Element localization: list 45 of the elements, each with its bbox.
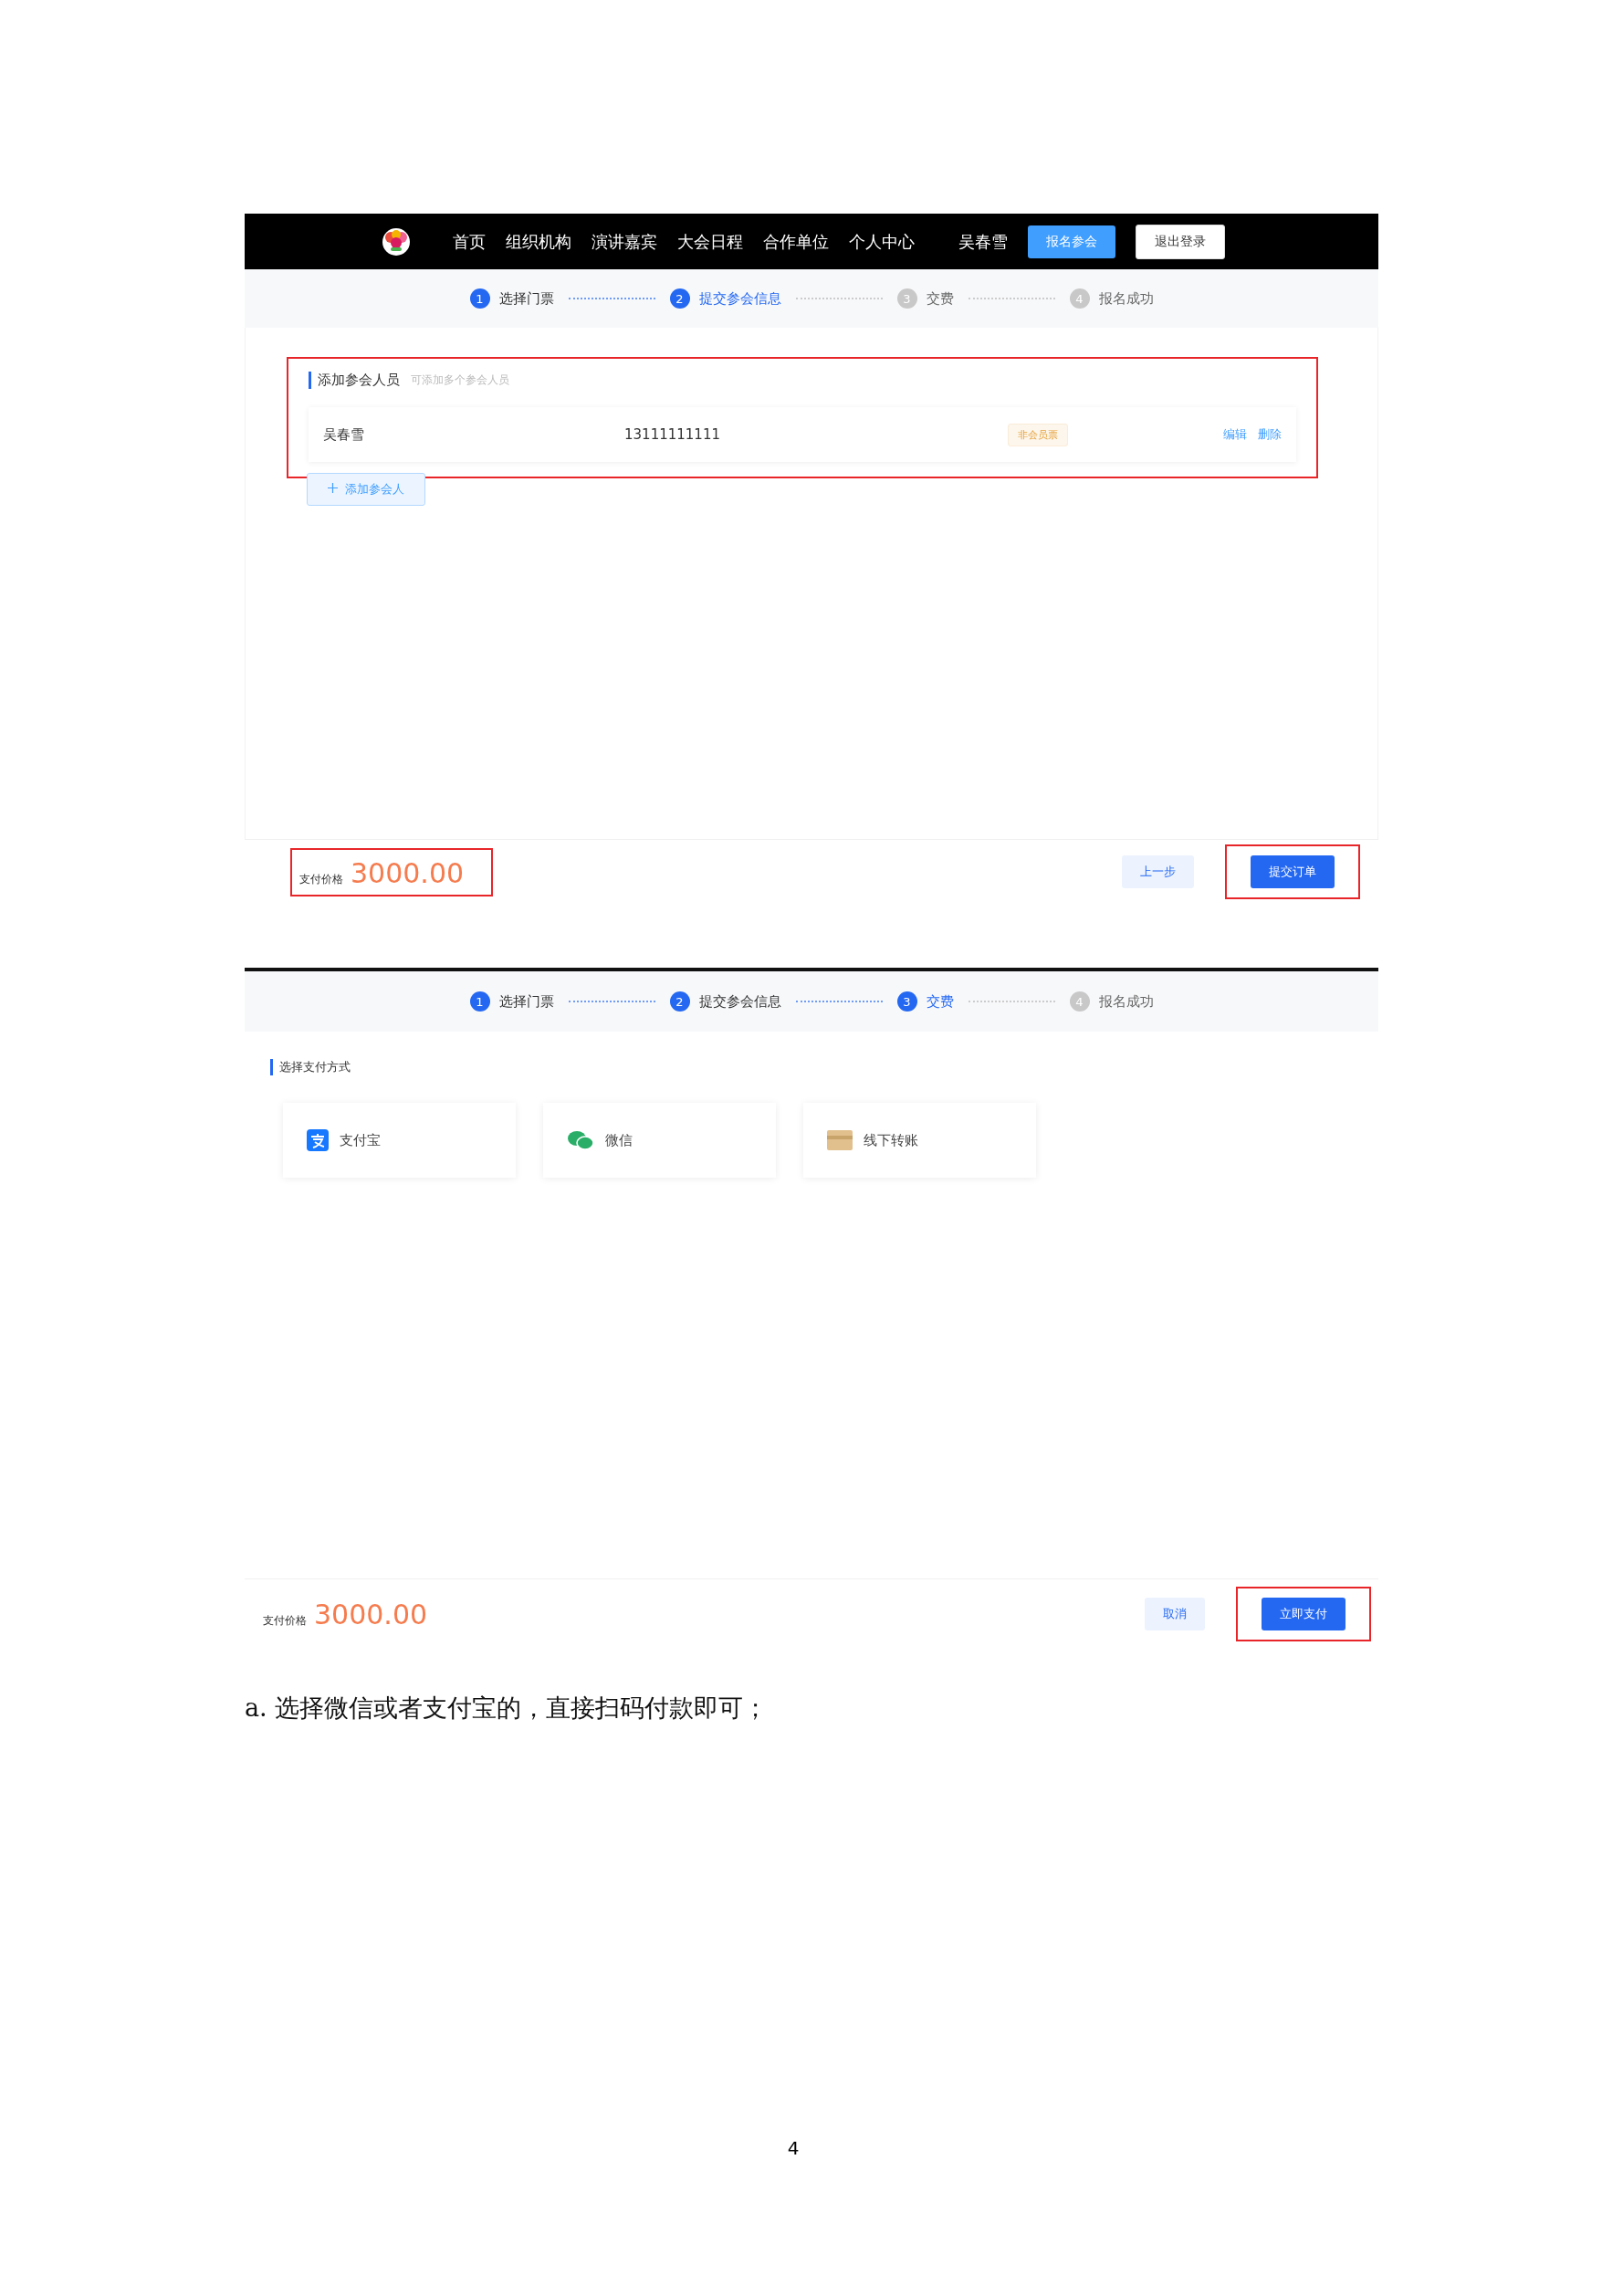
step-label: 提交参会信息 bbox=[698, 289, 781, 308]
payment-option[interactable]: 微信 bbox=[543, 1103, 776, 1178]
hint-text: 可添加多个参会人员 bbox=[411, 372, 509, 388]
step-label: 报名成功 bbox=[1098, 992, 1154, 1011]
primary-button[interactable]: 立即支付 bbox=[1262, 1597, 1346, 1630]
price-label: 支付价格 bbox=[263, 1613, 307, 1629]
alipay-icon bbox=[307, 1129, 329, 1151]
nav-link[interactable]: 演讲嘉宾 bbox=[592, 230, 657, 253]
page-number: 4 bbox=[787, 2137, 801, 2159]
nav-link[interactable]: 大会日程 bbox=[677, 230, 743, 253]
chat-bubbles-icon bbox=[567, 1129, 594, 1151]
price-label: 支付价格 bbox=[299, 871, 343, 887]
step-label: 报名成功 bbox=[1098, 289, 1154, 308]
card-icon bbox=[827, 1130, 853, 1150]
ticket-tag: 非会员票 bbox=[1008, 423, 1068, 446]
participant-name: 吴春雪 bbox=[323, 425, 365, 444]
section-title: 添加参会人员 bbox=[309, 372, 400, 389]
logo-icon bbox=[382, 226, 411, 257]
price-amount: 3000.00 bbox=[351, 856, 465, 889]
section-title: 选择支付方式 bbox=[270, 1059, 351, 1075]
payment-option[interactable]: 支付宝 bbox=[283, 1103, 516, 1178]
step-number: 1 bbox=[469, 288, 490, 309]
caption-text: a. 选择微信或者支付宝的，直接扫码付款即可； bbox=[245, 1693, 770, 1724]
nav-link[interactable]: 合作单位 bbox=[763, 230, 829, 253]
step-label: 交费 bbox=[926, 289, 954, 308]
secondary-button[interactable]: 上一步 bbox=[1122, 855, 1194, 888]
step-label: 提交参会信息 bbox=[698, 992, 781, 1011]
step-number: 1 bbox=[469, 991, 490, 1012]
plus-icon bbox=[328, 483, 338, 493]
nav-link[interactable]: 组织机构 bbox=[506, 230, 571, 253]
step-number: 2 bbox=[669, 288, 690, 309]
step-label: 选择门票 bbox=[498, 992, 554, 1011]
nav-link[interactable]: 首页 bbox=[453, 230, 486, 253]
step-label: 交费 bbox=[926, 992, 954, 1011]
step-number: 2 bbox=[669, 991, 690, 1012]
nav-link[interactable]: 个人中心 bbox=[849, 230, 915, 253]
payment-option[interactable]: 线下转账 bbox=[803, 1103, 1036, 1178]
user-name: 吴春雪 bbox=[958, 230, 1008, 253]
secondary-button[interactable]: 取消 bbox=[1145, 1597, 1205, 1630]
logout-button[interactable]: 退出登录 bbox=[1136, 224, 1225, 259]
primary-button[interactable]: 提交订单 bbox=[1251, 855, 1335, 888]
participant-phone: 13111111111 bbox=[624, 426, 721, 443]
step-number: 3 bbox=[896, 991, 917, 1012]
step-label: 选择门票 bbox=[498, 289, 554, 308]
price-amount: 3000.00 bbox=[314, 1599, 428, 1630]
